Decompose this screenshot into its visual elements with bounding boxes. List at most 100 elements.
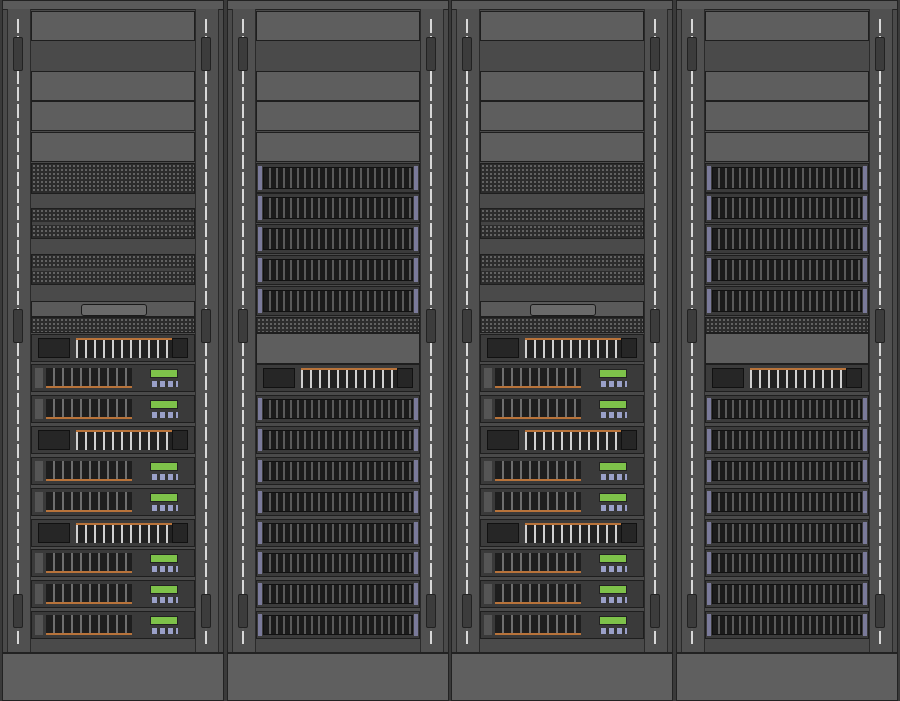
drive-bays bbox=[46, 368, 132, 388]
vented-panel bbox=[32, 270, 194, 284]
status-display bbox=[599, 462, 627, 471]
drive-bays bbox=[76, 523, 178, 543]
rack-top-frame bbox=[228, 1, 448, 10]
rack-3 bbox=[451, 0, 673, 701]
handle-grip bbox=[81, 304, 147, 316]
control-buttons bbox=[152, 412, 178, 418]
mounting-ear bbox=[707, 583, 711, 605]
mounting-ear bbox=[414, 491, 418, 513]
io-drawer bbox=[31, 334, 195, 362]
io-module bbox=[487, 430, 519, 450]
vented-panel bbox=[32, 209, 194, 223]
server-side-handle bbox=[35, 368, 43, 388]
mounting-ear bbox=[414, 552, 418, 574]
server-side-handle bbox=[484, 553, 492, 573]
storage-enclosure bbox=[256, 457, 420, 485]
drive-bays bbox=[46, 553, 132, 573]
mounting-ear bbox=[863, 583, 867, 605]
vented-panel-pair bbox=[480, 254, 644, 285]
mounting-ear bbox=[258, 258, 262, 282]
mounting-ear bbox=[414, 429, 418, 451]
storage-enclosure bbox=[705, 457, 869, 485]
io-module bbox=[846, 368, 862, 388]
mounting-ear bbox=[863, 289, 867, 313]
server-side-handle bbox=[484, 399, 492, 419]
rack-base bbox=[452, 652, 672, 700]
rack-server bbox=[480, 457, 644, 485]
drive-bays bbox=[46, 461, 132, 481]
drive-bays bbox=[712, 290, 862, 312]
blank-panel bbox=[480, 101, 644, 131]
drive-bays bbox=[712, 197, 862, 219]
drive-bays bbox=[495, 492, 581, 512]
mounting-ear bbox=[258, 460, 262, 482]
storage-enclosure bbox=[256, 193, 420, 223]
drive-bays bbox=[712, 553, 862, 573]
drive-bays bbox=[712, 399, 862, 419]
drive-bays bbox=[76, 338, 178, 358]
blank-panel bbox=[256, 71, 420, 101]
drive-bays bbox=[525, 338, 627, 358]
io-module bbox=[621, 523, 637, 543]
rack-top-frame bbox=[452, 1, 672, 10]
mounting-ear bbox=[863, 614, 867, 636]
mounting-ear bbox=[863, 258, 867, 282]
server-side-handle bbox=[484, 492, 492, 512]
blank-panel bbox=[31, 132, 195, 162]
io-module bbox=[172, 430, 188, 450]
server-side-handle bbox=[35, 492, 43, 512]
rack-server bbox=[480, 549, 644, 577]
mounting-ear bbox=[258, 196, 262, 220]
io-drawer bbox=[480, 519, 644, 547]
storage-enclosure bbox=[705, 580, 869, 608]
vented-panel bbox=[31, 317, 195, 333]
mounting-ear bbox=[863, 552, 867, 574]
drive-bays bbox=[46, 584, 132, 604]
control-buttons bbox=[152, 628, 178, 634]
vented-panel bbox=[481, 255, 643, 269]
rack-top-frame bbox=[3, 1, 223, 10]
blank-panel bbox=[256, 11, 420, 41]
mounting-ear bbox=[414, 227, 418, 251]
blank-panel bbox=[480, 132, 644, 162]
control-buttons bbox=[601, 381, 627, 387]
status-display bbox=[150, 462, 178, 471]
drive-bays bbox=[495, 368, 581, 388]
mounting-ear bbox=[414, 583, 418, 605]
rack-server bbox=[480, 580, 644, 608]
drive-bays bbox=[263, 259, 413, 281]
vented-panel bbox=[256, 317, 420, 333]
drive-bays bbox=[712, 492, 862, 512]
storage-enclosure bbox=[256, 163, 420, 193]
drive-bays bbox=[712, 615, 862, 635]
io-module bbox=[621, 430, 637, 450]
blank-panel bbox=[480, 11, 644, 41]
storage-enclosure bbox=[256, 426, 420, 454]
io-module bbox=[263, 368, 295, 388]
server-side-handle bbox=[35, 553, 43, 573]
storage-enclosure bbox=[256, 488, 420, 516]
vented-panel bbox=[480, 163, 644, 194]
control-buttons bbox=[601, 505, 627, 511]
io-module bbox=[487, 338, 519, 358]
storage-enclosure bbox=[705, 224, 869, 254]
mounting-ear bbox=[707, 460, 711, 482]
rack-server bbox=[31, 364, 195, 392]
blank-panel bbox=[31, 11, 195, 41]
drive-bays bbox=[712, 523, 862, 543]
mounting-ear bbox=[707, 166, 711, 190]
mounting-ear bbox=[863, 398, 867, 420]
rack-base bbox=[228, 652, 448, 700]
drive-bays bbox=[712, 228, 862, 250]
mounting-ear bbox=[707, 491, 711, 513]
vented-panel bbox=[481, 224, 643, 238]
io-module bbox=[621, 338, 637, 358]
io-module bbox=[397, 368, 413, 388]
control-buttons bbox=[152, 566, 178, 572]
status-display bbox=[150, 400, 178, 409]
storage-enclosure bbox=[256, 549, 420, 577]
storage-enclosure bbox=[705, 286, 869, 316]
status-display bbox=[150, 369, 178, 378]
rack-rail-left bbox=[681, 9, 705, 654]
control-buttons bbox=[601, 412, 627, 418]
